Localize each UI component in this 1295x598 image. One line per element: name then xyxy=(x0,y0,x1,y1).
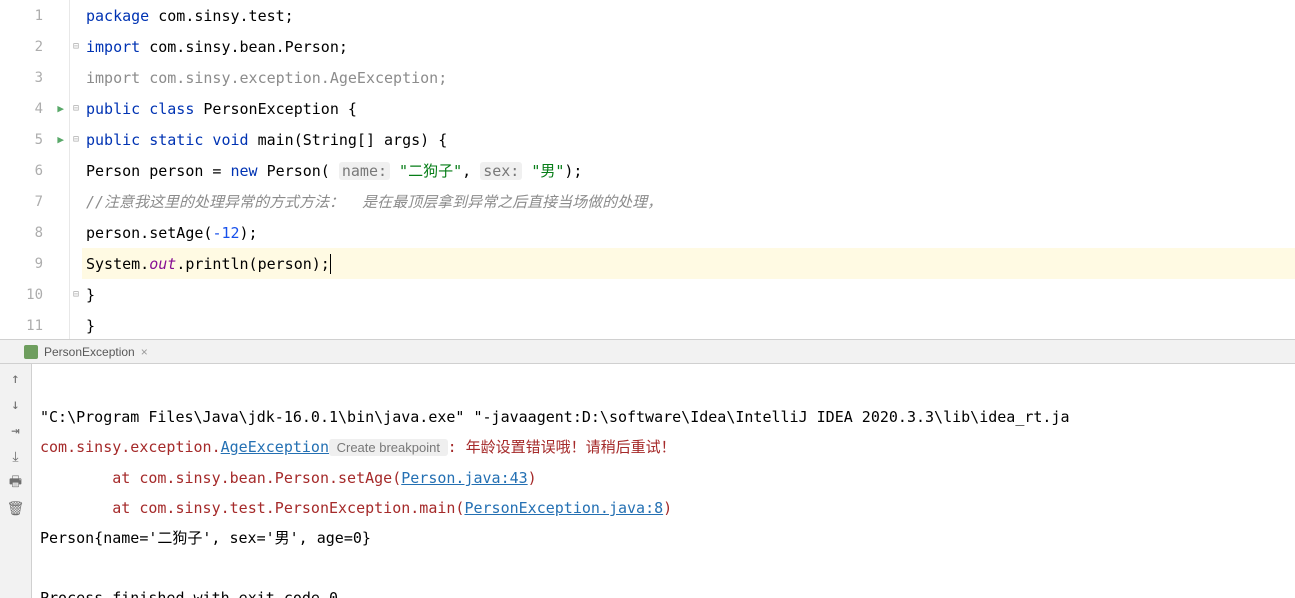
code-editor[interactable]: package com.sinsy.test; import com.sinsy… xyxy=(82,0,1295,339)
close-tab-icon[interactable]: × xyxy=(141,345,148,359)
exception-class-link[interactable]: AgeException xyxy=(221,438,329,456)
code-line[interactable]: Person person = new Person( name: "二狗子",… xyxy=(82,155,1295,186)
line-number[interactable]: 3 xyxy=(0,62,69,93)
line-number[interactable]: 8 xyxy=(0,217,69,248)
line-number[interactable]: 7 xyxy=(0,186,69,217)
code-line-current[interactable]: System.out.println(person); xyxy=(82,248,1295,279)
exit-line: Process finished with exit code 0 xyxy=(40,589,338,598)
print-icon[interactable]: 🖶 xyxy=(7,474,25,492)
code-line[interactable]: import com.sinsy.bean.Person; xyxy=(82,31,1295,62)
code-line[interactable]: //注意我这里的处理异常的方式方法： 是在最顶层拿到异常之后直接当场做的处理， xyxy=(82,186,1295,217)
line-number[interactable]: 11 xyxy=(0,310,69,341)
code-line[interactable]: public class PersonException { xyxy=(82,93,1295,124)
console-panel: ↑ ↓ ⇥ ⤓ 🖶 🗑 "C:\Program Files\Java\jdk-1… xyxy=(0,364,1295,598)
code-line[interactable]: import com.sinsy.exception.AgeException; xyxy=(82,62,1295,93)
run-class-icon[interactable]: ▶ xyxy=(57,102,64,115)
stdout-line: Person{name='二狗子', sex='男', age=0} xyxy=(40,529,371,547)
up-stack-icon[interactable]: ↑ xyxy=(7,370,25,388)
console-output[interactable]: "C:\Program Files\Java\jdk-16.0.1\bin\ja… xyxy=(32,364,1295,598)
create-breakpoint-hint[interactable]: Create breakpoint xyxy=(329,439,448,456)
fold-icon[interactable]: ⊟ xyxy=(70,31,82,62)
run-tab-bar: PersonException × xyxy=(0,340,1295,364)
line-number[interactable]: 4▶ xyxy=(0,93,69,124)
source-link[interactable]: Person.java:43 xyxy=(401,469,527,487)
source-link[interactable]: PersonException.java:8 xyxy=(464,499,663,517)
line-number[interactable]: 5▶ xyxy=(0,124,69,155)
editor-area: 1 2 3 4▶ 5▶ 6 7 8 9 10 11 ⊟ ⊟ ⊟ ⊟ packag… xyxy=(0,0,1295,340)
fold-end-icon[interactable]: ⊟ xyxy=(70,279,82,310)
exception-message: : 年龄设置错误哦！请稍后重试！ xyxy=(448,438,676,456)
down-stack-icon[interactable]: ↓ xyxy=(7,396,25,414)
fold-icon[interactable]: ⊟ xyxy=(70,124,82,155)
exception-line: com.sinsy.exception.AgeException xyxy=(40,438,329,456)
fold-icon[interactable]: ⊟ xyxy=(70,93,82,124)
line-gutter: 1 2 3 4▶ 5▶ 6 7 8 9 10 11 xyxy=(0,0,70,339)
code-line[interactable]: } xyxy=(82,310,1295,341)
code-line[interactable]: public static void main(String[] args) { xyxy=(82,124,1295,155)
soft-wrap-icon[interactable]: ⇥ xyxy=(7,422,25,440)
code-line[interactable]: } xyxy=(82,279,1295,310)
param-hint: name: xyxy=(339,162,390,180)
caret xyxy=(330,254,331,274)
console-toolbar: ↑ ↓ ⇥ ⤓ 🖶 🗑 xyxy=(0,364,32,598)
run-main-icon[interactable]: ▶ xyxy=(57,133,64,146)
scroll-to-end-icon[interactable]: ⤓ xyxy=(7,448,25,466)
code-line[interactable]: package com.sinsy.test; xyxy=(82,0,1295,31)
line-number[interactable]: 2 xyxy=(0,31,69,62)
stack-frame: at com.sinsy.bean.Person.setAge(Person.j… xyxy=(40,469,537,487)
clear-icon[interactable]: 🗑 xyxy=(7,500,25,518)
run-tab-label[interactable]: PersonException xyxy=(44,345,135,359)
code-line[interactable]: person.setAge(-12); xyxy=(82,217,1295,248)
line-number[interactable]: 1 xyxy=(0,0,69,31)
param-hint: sex: xyxy=(480,162,522,180)
line-number[interactable]: 10 xyxy=(0,279,69,310)
console-cmd: "C:\Program Files\Java\jdk-16.0.1\bin\ja… xyxy=(40,408,1070,426)
run-config-icon xyxy=(24,345,38,359)
line-number[interactable]: 9 xyxy=(0,248,69,279)
stack-frame: at com.sinsy.test.PersonException.main(P… xyxy=(40,499,672,517)
fold-column: ⊟ ⊟ ⊟ ⊟ xyxy=(70,0,82,339)
line-number[interactable]: 6 xyxy=(0,155,69,186)
